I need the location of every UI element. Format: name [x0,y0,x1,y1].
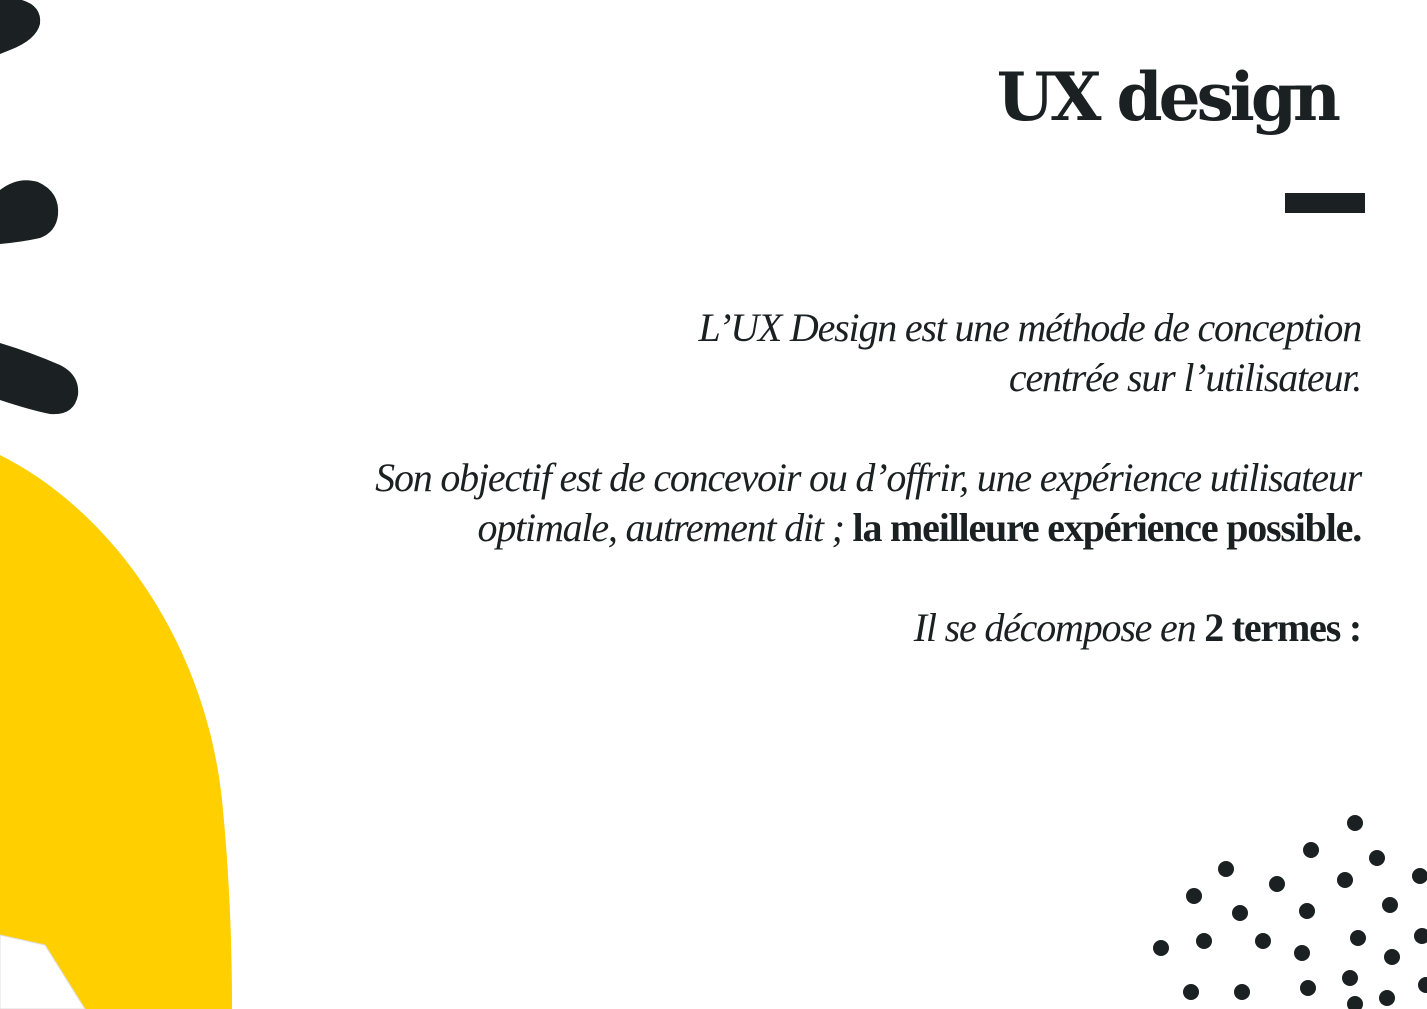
dot [1153,940,1169,956]
dot [1183,984,1199,1000]
brush-stroke-middle [0,180,59,244]
dot [1347,815,1363,831]
dot-pattern [1153,815,1427,1009]
text-line: centrée sur l’utilisateur. [1008,355,1362,400]
dot [1234,984,1250,1000]
dot [1350,930,1366,946]
emphasis-text: la meilleure expérience possible. [852,505,1363,550]
title-underline [1285,193,1365,213]
dot [1196,933,1212,949]
text-line: Son objectif est de concevoir ou d’offri… [375,455,1362,500]
dot [1414,928,1427,944]
dot [1255,933,1271,949]
dot [1269,876,1285,892]
brush-stroke-bottom [0,343,79,415]
text-line: L’UX Design est une méthode de conceptio… [698,305,1363,350]
dot [1299,903,1315,919]
paragraph-terms: Il se décompose en 2 termes : [211,603,1362,653]
dot [1412,868,1427,884]
dot [1232,905,1248,921]
dot [1369,850,1385,866]
yellow-arch-shape [0,455,232,1009]
dot [1342,970,1358,986]
dot [1218,861,1234,877]
dot [1379,990,1395,1006]
brush-stroke-top [0,0,41,54]
dot [1337,872,1353,888]
paragraph-objective: Son objectif est de concevoir ou d’offri… [211,453,1363,553]
slide: UX design L’UX Design est une méthode de… [0,0,1427,1009]
paragraph-definition: L’UX Design est une méthode de conceptio… [211,303,1363,403]
text-line: Il se décompose en 2 termes : [913,605,1362,650]
text-line: optimale, autrement dit ; la meilleure e… [477,505,1363,550]
dot [1186,888,1202,904]
dot [1384,949,1400,965]
page-title: UX design [996,58,1341,136]
dot [1294,945,1310,961]
dot [1347,996,1363,1009]
body-text: L’UX Design est une méthode de conceptio… [211,303,1363,653]
dot [1418,977,1427,993]
dot [1300,980,1316,996]
dot [1382,897,1398,913]
emphasis-text: 2 termes : [1204,605,1362,650]
dot [1303,842,1319,858]
